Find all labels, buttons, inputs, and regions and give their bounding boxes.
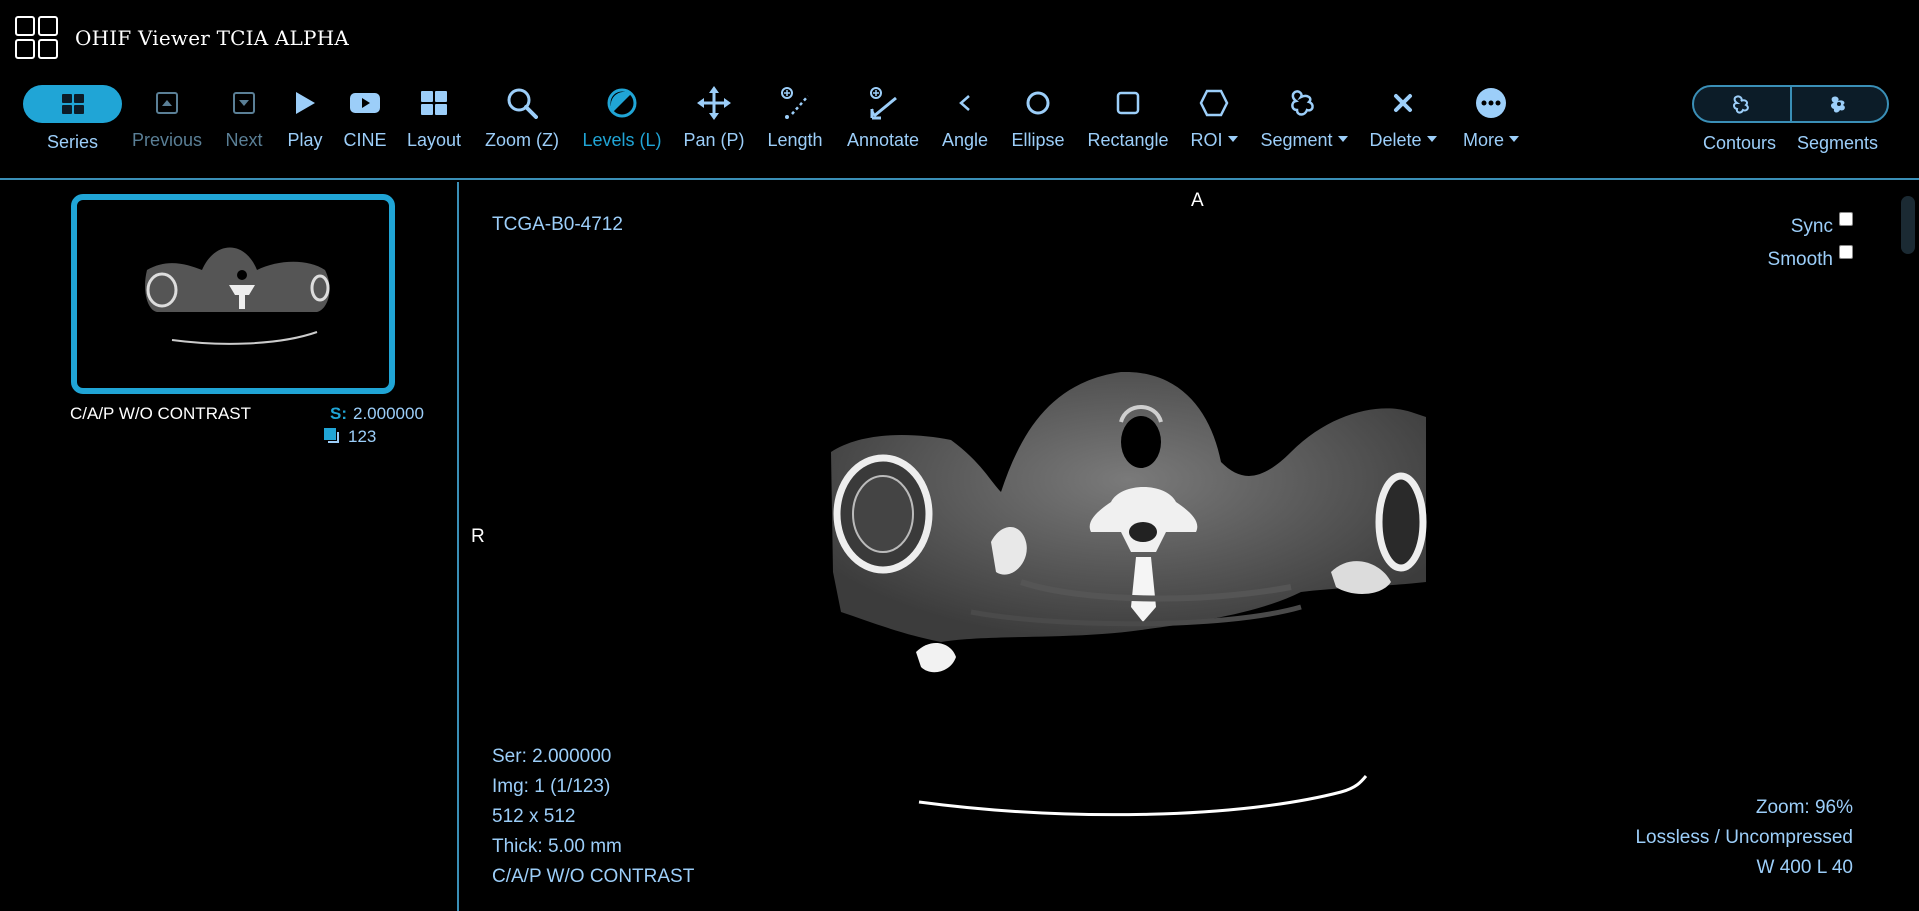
segment-dropdown-button[interactable]: Segment bbox=[1256, 86, 1352, 158]
layout-icon bbox=[417, 86, 451, 120]
window-level-overlay: W 400 L 40 bbox=[1756, 857, 1853, 878]
next-icon bbox=[227, 86, 261, 120]
thumbnail-image bbox=[145, 247, 330, 345]
patient-id: TCGA-B0-4712 bbox=[492, 214, 623, 235]
previous-button[interactable]: Previous bbox=[127, 86, 207, 158]
length-label: Length bbox=[767, 130, 823, 150]
previous-label: Previous bbox=[131, 130, 203, 150]
layout-label: Layout bbox=[406, 130, 462, 150]
contours-button[interactable] bbox=[1694, 87, 1790, 121]
hexagon-icon bbox=[1197, 86, 1231, 120]
roi-label: ROI bbox=[1190, 130, 1223, 150]
play-icon bbox=[288, 86, 322, 120]
zoom-label: Zoom (Z) bbox=[485, 130, 559, 150]
chevron-down-icon bbox=[1227, 136, 1238, 143]
next-label: Next bbox=[225, 130, 263, 150]
more-label: More bbox=[1462, 130, 1504, 150]
toolbar-header: OHIF Viewer TCIA ALPHA Series Previous N… bbox=[0, 0, 1919, 180]
more-dots-icon bbox=[1474, 86, 1508, 120]
image-index-overlay: Img: 1 (1/123) bbox=[492, 776, 611, 797]
image-count-value: 123 bbox=[348, 427, 377, 446]
series-s-value: 2.000000 bbox=[353, 404, 424, 423]
ellipse-tool-button[interactable]: Ellipse bbox=[1004, 86, 1072, 158]
series-description: C/A/P W/O CONTRAST bbox=[70, 404, 252, 423]
angle-tool-button[interactable]: Angle bbox=[936, 86, 994, 158]
close-icon bbox=[1386, 86, 1420, 120]
annotate-label: Annotate bbox=[846, 130, 920, 150]
more-dropdown-button[interactable]: More bbox=[1452, 86, 1530, 158]
series-label: Series bbox=[46, 132, 99, 152]
contours-icon bbox=[1732, 95, 1749, 114]
sync-option: Sync bbox=[1790, 212, 1853, 238]
viewport-scrollbar[interactable] bbox=[1901, 196, 1915, 254]
pan-label: Pan (P) bbox=[683, 130, 745, 150]
orientation-left-marker: R bbox=[471, 526, 485, 547]
orientation-top-marker: A bbox=[1191, 190, 1204, 211]
image-count: 123 bbox=[324, 427, 376, 447]
smooth-label: Smooth bbox=[1767, 249, 1833, 270]
brush-segment-icon bbox=[1287, 86, 1321, 120]
series-s-label: S: bbox=[330, 404, 347, 423]
chevron-down-icon bbox=[1337, 136, 1348, 143]
previous-icon bbox=[150, 86, 184, 120]
chevron-down-icon bbox=[1426, 136, 1437, 143]
contours-segments-toggle bbox=[1692, 85, 1889, 123]
compression-overlay: Lossless / Uncompressed bbox=[1635, 827, 1853, 848]
ellipse-label: Ellipse bbox=[1011, 130, 1065, 150]
app-title: OHIF Viewer TCIA ALPHA bbox=[75, 26, 349, 50]
zoom-overlay: Zoom: 96% bbox=[1755, 797, 1853, 818]
cine-button[interactable]: CINE bbox=[340, 86, 390, 158]
zoom-tool-button[interactable]: Zoom (Z) bbox=[478, 86, 566, 158]
angle-label: Angle bbox=[941, 130, 989, 150]
cine-icon bbox=[348, 86, 382, 120]
series-thumbnail[interactable] bbox=[71, 194, 395, 394]
dimensions-overlay: 512 x 512 bbox=[492, 806, 576, 827]
grid-logo-icon bbox=[15, 16, 58, 59]
sync-checkbox[interactable] bbox=[1839, 212, 1853, 226]
cine-label: CINE bbox=[343, 130, 387, 150]
annotate-tool-button[interactable]: Annotate bbox=[842, 86, 924, 158]
contours-label: Contours bbox=[1703, 133, 1777, 153]
rectangle-icon bbox=[1111, 86, 1145, 120]
rectangle-label: Rectangle bbox=[1087, 130, 1169, 150]
stack-icon bbox=[324, 428, 339, 443]
levels-tool-button[interactable]: Levels (L) bbox=[576, 86, 668, 158]
image-viewport[interactable]: TCGA-B0-4712 A R Sync Smooth Ser: 2.0000… bbox=[461, 182, 1919, 911]
length-tool-button[interactable]: Length bbox=[760, 86, 830, 158]
play-button[interactable]: Play bbox=[280, 86, 330, 158]
sync-label: Sync bbox=[1790, 216, 1833, 237]
rectangle-tool-button[interactable]: Rectangle bbox=[1084, 86, 1172, 158]
search-icon bbox=[505, 86, 539, 120]
smooth-checkbox[interactable] bbox=[1839, 245, 1853, 259]
annotate-arrow-icon bbox=[866, 86, 900, 120]
next-button[interactable]: Next bbox=[214, 86, 274, 158]
play-label: Play bbox=[287, 130, 323, 150]
series-description-overlay: C/A/P W/O CONTRAST bbox=[492, 866, 695, 887]
ellipse-icon bbox=[1021, 86, 1055, 120]
segments-icon bbox=[1831, 96, 1846, 113]
segments-button[interactable] bbox=[1789, 87, 1888, 121]
series-number-overlay: Ser: 2.000000 bbox=[492, 746, 612, 767]
chevron-down-icon bbox=[1509, 136, 1519, 143]
pan-tool-button[interactable]: Pan (P) bbox=[680, 86, 748, 158]
levels-label: Levels (L) bbox=[582, 130, 662, 150]
roi-dropdown-button[interactable]: ROI bbox=[1186, 86, 1242, 158]
layout-button[interactable]: Layout bbox=[402, 86, 466, 158]
length-ruler-icon bbox=[778, 86, 812, 120]
thickness-overlay: Thick: 5.00 mm bbox=[492, 836, 622, 857]
delete-label: Delete bbox=[1369, 130, 1422, 150]
segment-label: Segment bbox=[1260, 130, 1333, 150]
ct-scan-image bbox=[831, 372, 1427, 817]
segments-label: Segments bbox=[1797, 133, 1879, 153]
smooth-option: Smooth bbox=[1767, 245, 1853, 271]
series-tool[interactable]: Series bbox=[23, 86, 122, 158]
angle-icon bbox=[948, 86, 982, 120]
series-panel: C/A/P W/O CONTRAST S: 2.000000 123 bbox=[0, 182, 459, 911]
levels-icon bbox=[605, 86, 639, 120]
move-arrows-icon bbox=[697, 86, 731, 120]
delete-dropdown-button[interactable]: Delete bbox=[1366, 86, 1440, 158]
series-number: S: 2.000000 bbox=[330, 404, 424, 424]
